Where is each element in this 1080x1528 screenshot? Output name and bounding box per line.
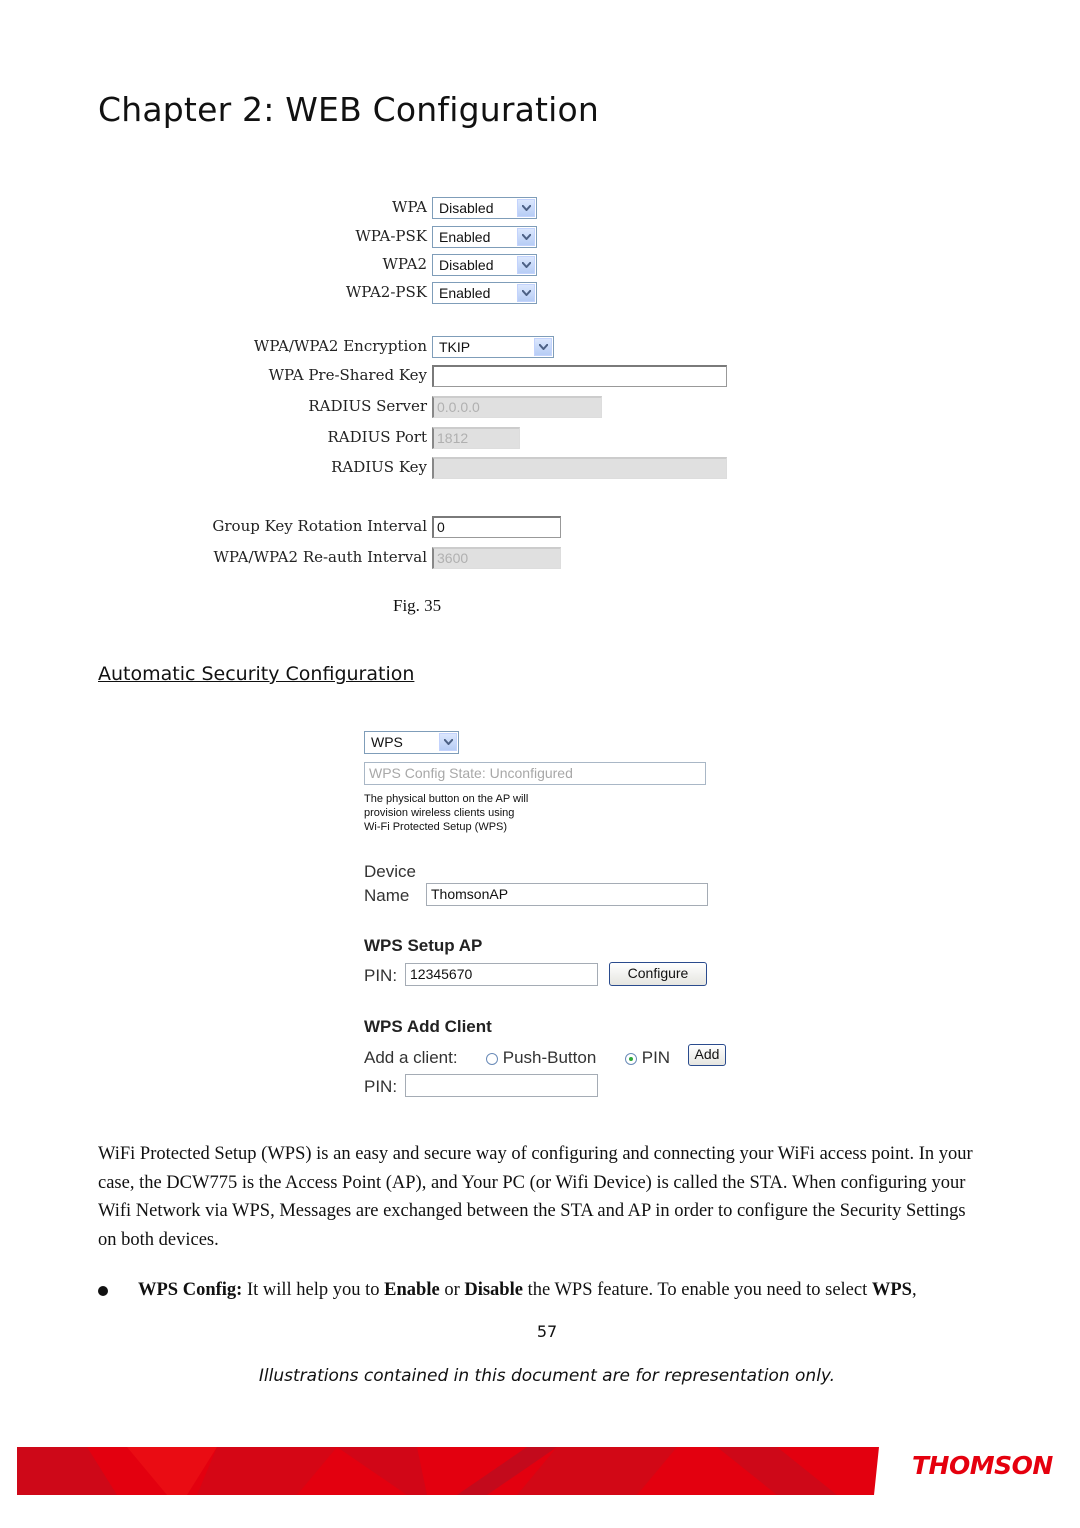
bullet-bold: Disable — [464, 1280, 523, 1300]
wps-setup-ap-heading: WPS Setup AP — [364, 936, 483, 955]
wps-note-line: provision wireless clients using — [364, 807, 515, 819]
wpa-psk-select-value: Enabled — [439, 229, 491, 245]
wpa2-psk-select[interactable]: Enabled — [432, 282, 537, 304]
radius-port-input[interactable]: 1812 — [432, 427, 520, 449]
reauth-interval-label: WPA/WPA2 Re-auth Interval — [213, 548, 427, 566]
add-button[interactable]: Add — [688, 1044, 726, 1066]
wps-select-value: WPS — [371, 734, 403, 750]
radio-pin-label: PIN — [641, 1048, 671, 1067]
encryption-label: WPA/WPA2 Encryption — [253, 337, 427, 355]
encryption-select-value: TKIP — [439, 339, 471, 355]
group-key-interval-input[interactable]: 0 — [432, 516, 561, 538]
chevron-down-icon[interactable] — [517, 199, 535, 217]
radius-key-input[interactable] — [432, 457, 727, 479]
wpa-select-value: Disabled — [439, 200, 494, 216]
wpa2-select-value: Disabled — [439, 257, 494, 273]
group-key-interval-label: Group Key Rotation Interval — [212, 517, 427, 535]
wps-select[interactable]: WPS — [364, 731, 459, 754]
reauth-interval-input[interactable]: 3600 — [432, 547, 561, 569]
bullet-text: the WPS feature. To enable you need to s… — [522, 1280, 872, 1300]
bullet-wps-config: WPS Config: It will help you to Enable o… — [98, 1280, 998, 1301]
radio-push-button[interactable]: Push-Button — [486, 1048, 596, 1068]
section-heading: Automatic Security Configuration — [98, 663, 415, 685]
wpa-select[interactable]: Disabled — [432, 197, 537, 219]
client-pin-input[interactable] — [405, 1074, 598, 1097]
wps-config-state-field: WPS Config State: Unconfigured — [364, 762, 706, 785]
ap-pin-input[interactable]: 12345670 — [405, 963, 598, 986]
bullet-bold: WPS — [871, 1280, 912, 1300]
wps-add-client-heading: WPS Add Client — [364, 1017, 492, 1036]
wpa2-select[interactable]: Disabled — [432, 254, 537, 276]
wpa2-label: WPA2 — [382, 255, 427, 273]
encryption-select[interactable]: TKIP — [432, 336, 554, 358]
wpa2-psk-select-value: Enabled — [439, 285, 491, 301]
radius-server-label: RADIUS Server — [308, 397, 427, 415]
body-paragraph: WiFi Protected Setup (WPS) is an easy an… — [98, 1144, 973, 1250]
wpa-psk-select[interactable]: Enabled — [432, 226, 537, 248]
bullet-text: or — [439, 1280, 465, 1300]
radius-port-label: RADIUS Port — [327, 428, 427, 446]
chevron-down-icon[interactable] — [517, 256, 535, 274]
psk-input[interactable] — [432, 365, 727, 387]
device-name-label-line1: Device — [364, 862, 416, 881]
chevron-down-icon[interactable] — [517, 228, 535, 246]
wps-note-line: The physical button on the AP will — [364, 793, 529, 805]
psk-label: WPA Pre-Shared Key — [268, 366, 427, 384]
radio-pin[interactable]: PIN — [625, 1048, 670, 1068]
bullet-bold: Enable — [384, 1280, 440, 1300]
wpa-psk-label: WPA-PSK — [355, 227, 427, 245]
client-pin-label: PIN: — [364, 1077, 398, 1096]
bullet-text: It will help you to — [242, 1280, 385, 1300]
device-name-input[interactable]: ThomsonAP — [426, 883, 708, 906]
radio-push-button-circle[interactable] — [486, 1052, 498, 1065]
add-client-label: Add a client: — [364, 1048, 458, 1067]
chapter-title: Chapter 2: WEB Configuration — [98, 90, 600, 129]
footer-banner — [17, 1447, 879, 1495]
disclaimer: Illustrations contained in this document… — [258, 1366, 836, 1386]
wpa2-psk-label: WPA2-PSK — [345, 283, 427, 301]
radius-server-input[interactable]: 0.0.0.0 — [432, 396, 602, 418]
wps-note-line: Wi-Fi Protected Setup (WPS) — [364, 821, 508, 833]
chevron-down-icon[interactable] — [517, 284, 535, 302]
radius-key-label: RADIUS Key — [331, 458, 427, 476]
page-number: 57 — [536, 1322, 558, 1341]
chevron-down-icon[interactable] — [534, 338, 552, 356]
chevron-down-icon[interactable] — [439, 733, 457, 751]
thomson-logo: THOMSON — [912, 1451, 1053, 1480]
configure-button[interactable]: Configure — [609, 962, 707, 986]
bullet-dot — [98, 1285, 108, 1296]
radio-push-button-label: Push-Button — [502, 1048, 597, 1067]
radio-pin-circle[interactable] — [625, 1052, 637, 1065]
bullet-text: , — [911, 1280, 917, 1300]
bullet-term: WPS Config: — [138, 1280, 243, 1300]
figure-caption: Fig. 35 — [393, 596, 442, 615]
ap-pin-label: PIN: — [364, 966, 398, 985]
device-name-label-line2: Name — [364, 886, 410, 905]
wpa-label: WPA — [392, 198, 427, 216]
wps-note: The physical button on the AP will provi… — [364, 792, 528, 834]
